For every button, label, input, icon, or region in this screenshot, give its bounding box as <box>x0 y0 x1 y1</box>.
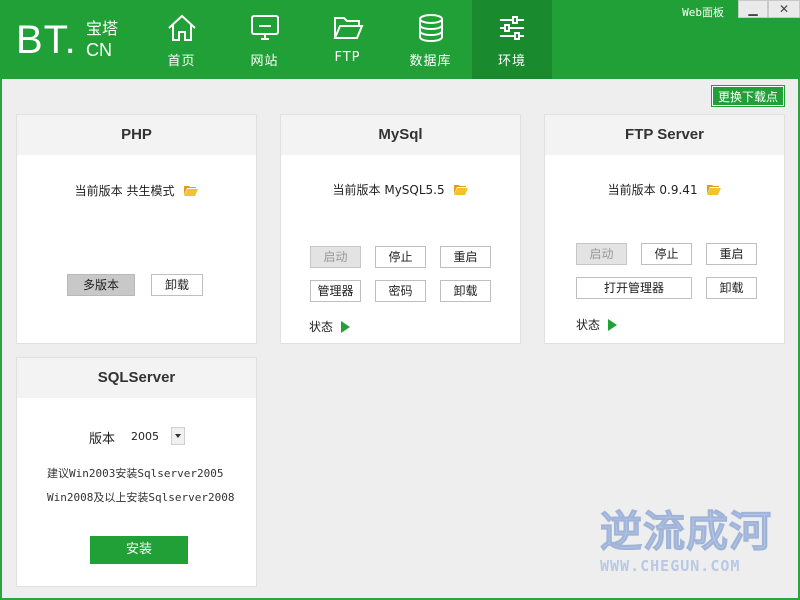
php-uninstall-button[interactable]: 卸载 <box>151 274 203 296</box>
play-icon[interactable] <box>608 318 618 331</box>
logo-cn-top: 宝塔 <box>86 19 119 38</box>
minimize-icon: ▁ <box>748 2 758 16</box>
sliders-icon <box>500 16 524 40</box>
sqlserver-version-label: 版本 <box>89 432 116 447</box>
mysql-start-button[interactable]: 启动 <box>310 246 361 268</box>
nav-database-label: 数据库 <box>409 54 452 69</box>
app-header: BT. 宝塔 CN 首页 网站 FTP 数据库 环境 Web面板 ▁ ✕ <box>0 0 800 79</box>
minimize-button[interactable]: ▁ <box>738 0 768 18</box>
sqlserver-card: SQLServer 版本 2005 建议Win2003安装Sqlserver20… <box>16 357 257 587</box>
logo-cn-bottom: CN <box>86 40 112 60</box>
watermark-logo: 逆流成河 WWW.CHEGUN.COM <box>600 507 790 587</box>
nav-ftp-label: FTP <box>334 50 361 65</box>
folder-icon[interactable] <box>454 184 469 195</box>
play-icon[interactable] <box>341 320 351 333</box>
monitor-icon <box>250 15 279 40</box>
ftp-open-manager-button[interactable]: 打开管理器 <box>576 277 692 299</box>
bt-logo: BT. 宝塔 CN <box>16 18 136 62</box>
main-nav: 首页 网站 FTP 数据库 环境 <box>140 0 552 79</box>
ftp-stop-button[interactable]: 停止 <box>641 243 692 265</box>
mysql-password-button[interactable]: 密码 <box>375 280 426 302</box>
folder-icon[interactable] <box>707 184 722 195</box>
nav-environment[interactable]: 环境 <box>472 0 552 79</box>
mysql-version-text: 当前版本 MySQL5.5 <box>332 183 445 197</box>
mysql-manager-button[interactable]: 管理器 <box>310 280 361 302</box>
ftp-version-line: 当前版本 0.9.41 <box>545 181 784 198</box>
php-version-line: 当前版本 共生模式 <box>17 182 256 199</box>
mysql-restart-button[interactable]: 重启 <box>440 246 491 268</box>
php-card: PHP 当前版本 共生模式 多版本 卸载 <box>16 114 257 344</box>
nav-home-label: 首页 <box>167 54 196 69</box>
ftp-card-title: FTP Server <box>545 115 784 155</box>
mysql-card: MySql 当前版本 MySQL5.5 启动 停止 重启 管理器 密码 卸载 状… <box>280 114 521 344</box>
home-icon <box>167 14 196 41</box>
sqlserver-install-button[interactable]: 安装 <box>90 536 188 564</box>
sqlserver-version-value: 2005 <box>131 429 159 443</box>
mysql-status: 状态 <box>309 318 351 335</box>
titlebar-controls: Web面板 ▁ ✕ <box>682 0 800 22</box>
watermark-cn-text: 逆流成河 <box>600 507 773 557</box>
nav-environment-label: 环境 <box>497 54 526 69</box>
php-multi-version-button[interactable]: 多版本 <box>67 274 135 296</box>
ftp-restart-button[interactable]: 重启 <box>706 243 757 265</box>
environment-panel: 更换下载点 PHP 当前版本 共生模式 多版本 卸载 MySql 当前版本 My… <box>2 79 798 598</box>
web-panel-label: Web面板 <box>682 6 724 19</box>
ftp-start-button[interactable]: 启动 <box>576 243 627 265</box>
ftp-card: FTP Server 当前版本 0.9.41 启动 停止 重启 打开管理器 卸载… <box>544 114 785 344</box>
close-icon: ✕ <box>778 2 790 16</box>
mysql-stop-button[interactable]: 停止 <box>375 246 426 268</box>
change-download-mirror-button[interactable]: 更换下载点 <box>711 86 784 106</box>
mysql-status-label: 状态 <box>309 320 334 334</box>
mysql-card-title: MySql <box>281 115 520 155</box>
ftp-status-label: 状态 <box>576 318 601 332</box>
nav-website-label: 网站 <box>250 54 279 69</box>
nav-website[interactable]: 网站 <box>223 0 306 79</box>
folder-icon[interactable] <box>184 185 199 196</box>
close-button[interactable]: ✕ <box>768 0 800 18</box>
watermark-en-text: WWW.CHEGUN.COM <box>600 557 741 575</box>
sqlserver-note-win2003: 建议Win2003安装Sqlserver2005 <box>47 467 224 480</box>
php-version-text: 当前版本 共生模式 <box>74 184 175 198</box>
ftp-version-text: 当前版本 0.9.41 <box>607 183 698 197</box>
sqlserver-version-select[interactable]: 2005 <box>127 426 187 446</box>
sqlserver-note-win2008: Win2008及以上安装Sqlserver2008 <box>47 491 235 504</box>
chevron-down-icon[interactable] <box>171 427 185 445</box>
database-icon <box>418 14 443 43</box>
ftp-status: 状态 <box>576 316 618 333</box>
mysql-version-line: 当前版本 MySQL5.5 <box>281 181 520 198</box>
nav-home[interactable]: 首页 <box>140 0 223 79</box>
nav-ftp[interactable]: FTP <box>306 0 389 79</box>
ftp-uninstall-button[interactable]: 卸载 <box>706 277 757 299</box>
nav-database[interactable]: 数据库 <box>389 0 472 79</box>
folder-open-icon <box>333 17 363 39</box>
mysql-uninstall-button[interactable]: 卸载 <box>440 280 491 302</box>
sqlserver-card-title: SQLServer <box>17 358 256 398</box>
logo-bt-text: BT. <box>16 18 77 62</box>
php-card-title: PHP <box>17 115 256 155</box>
